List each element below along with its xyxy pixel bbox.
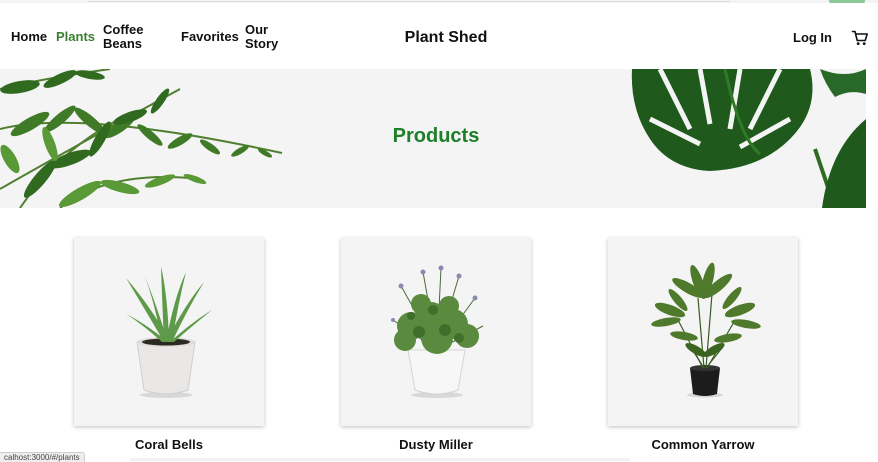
cart-icon[interactable] xyxy=(851,29,869,47)
nav-home[interactable]: Home xyxy=(11,30,47,44)
product-card-dusty-miller[interactable] xyxy=(341,238,531,426)
monstera-leaf-image xyxy=(631,69,866,208)
navbar: Home Plants Coffee Beans Favorites Our S… xyxy=(0,3,878,69)
lavender-in-white-pot xyxy=(391,265,484,398)
product-card-coral-bells[interactable] xyxy=(74,238,264,426)
login-link[interactable]: Log In xyxy=(793,30,832,45)
palm-in-black-pot xyxy=(651,262,761,398)
top-divider xyxy=(88,1,730,2)
product-card-common-yarrow[interactable] xyxy=(608,238,798,426)
nav-our-story[interactable]: Our Story xyxy=(245,23,285,51)
nav-plants[interactable]: Plants xyxy=(56,30,95,44)
aloe-in-white-pot xyxy=(126,266,212,398)
product-name-common-yarrow[interactable]: Common Yarrow xyxy=(608,437,798,452)
nav-coffee-beans[interactable]: Coffee Beans xyxy=(103,23,159,51)
product-name-coral-bells[interactable]: Coral Bells xyxy=(74,437,264,452)
product-name-dusty-miller[interactable]: Dusty Miller xyxy=(341,437,531,452)
hero-banner: Products xyxy=(0,69,866,208)
nav-favorites[interactable]: Favorites xyxy=(181,30,239,44)
brand-title[interactable]: Plant Shed xyxy=(378,29,514,47)
